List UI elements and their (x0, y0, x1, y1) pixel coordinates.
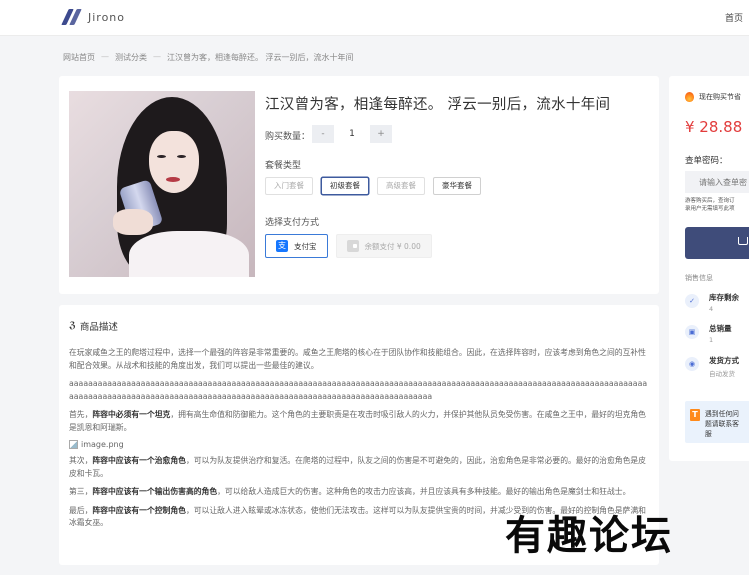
product-card: 江汉曾为客，相逢每醉还。 浮云一别后，流水十年间 购买数量： - 1 + 套餐类… (59, 76, 659, 294)
promo-row: 现在购买节省 (685, 92, 741, 102)
sales-info-label: 销售信息 (685, 274, 713, 282)
quantity-label: 购买数量： (265, 132, 311, 142)
package-type-label: 套餐类型 (265, 161, 302, 171)
check-circle-icon: ✓ (685, 294, 699, 308)
payment-alipay-button[interactable]: 支 支付宝 (265, 234, 328, 258)
truck-icon: ▣ (685, 325, 699, 339)
package-option-entry[interactable]: 入门套餐 (265, 177, 313, 195)
package-option-deluxe[interactable]: 豪华套餐 (433, 177, 481, 195)
description-paragraph: 在玩家咸鱼之王的爬塔过程中，选择一个最强的阵容是非常重要的。咸鱼之王爬塔的核心在… (69, 348, 646, 370)
nav-home-link[interactable]: 首页 (725, 11, 743, 24)
stock-info: ✓ 库存剩余 4 (685, 292, 739, 313)
quantity-minus-button[interactable]: - (312, 125, 334, 143)
description-heading: ℨ 商品描述 (69, 319, 649, 333)
breadcrumb-category[interactable]: 测试分类 (115, 52, 147, 63)
fire-icon (685, 92, 694, 102)
price: ¥ 28.88 (685, 118, 743, 136)
description-paragraph: 其次，阵容中应该有一个治愈角色，可以为队友提供治疗和复活。在爬塔的过程中，队友之… (69, 456, 646, 478)
quantity-plus-button[interactable]: + (370, 125, 392, 143)
product-image (69, 91, 255, 277)
description-title: 商品描述 (79, 322, 118, 333)
h5-icon: ℨ (69, 321, 76, 331)
payment-alipay-label: 支付宝 (294, 241, 317, 251)
description-paragraph: 首先，阵容中必须有一个坦克，拥有高生命值和防御能力。这个角色的主要职责是在攻击时… (69, 410, 646, 432)
buy-button[interactable] (685, 227, 749, 259)
query-hint: 游客购买后，查询订 录用户无需填写此项 (685, 198, 735, 212)
package-option-advanced[interactable]: 高级套餐 (377, 177, 425, 195)
product-title: 江汉曾为客，相逢每醉还。 浮云一别后，流水十年间 (265, 97, 611, 113)
payment-balance-button[interactable]: 余额支付 ¥ 0.00 (335, 234, 432, 258)
payment-balance-label: 余额支付 ¥ 0.00 (364, 241, 421, 251)
quantity-input[interactable]: 1 (334, 125, 370, 143)
delivery-method-info: ◉ 发货方式 自动发货 (685, 355, 739, 378)
payment-options: 支 支付宝 余额支付 ¥ 0.00 (265, 234, 432, 258)
logo[interactable]: Jirono (61, 9, 126, 25)
quantity-stepper: - 1 + (312, 125, 392, 143)
top-bar: Jirono 首页 (0, 0, 749, 36)
query-password-input[interactable] (685, 171, 749, 193)
package-options: 入门套餐 初级套餐 高级套餐 豪华套餐 (265, 177, 481, 195)
watermark: 有趣论坛 (505, 512, 673, 559)
cart-icon (738, 237, 748, 245)
breadcrumb: 网站首页 — 测试分类 — 江汉曾为客，相逢每醉还。 浮云一别后，流水十年间 (63, 52, 354, 63)
wallet-icon (346, 240, 359, 252)
logo-icon (61, 9, 82, 25)
total-sales-info: ▣ 总销量 1 (685, 323, 732, 344)
purchase-sidebar: 现在购买节省 ¥ 28.88 查单密码： 游客购买后，查询订 录用户无需填写此项… (669, 76, 749, 461)
breadcrumb-home[interactable]: 网站首页 (63, 52, 95, 63)
package-option-basic[interactable]: 初级套餐 (321, 177, 369, 195)
breadcrumb-separator: — (153, 52, 161, 61)
alipay-icon: 支 (276, 240, 288, 252)
query-password-label: 查单密码： (685, 156, 728, 166)
image-alt-text: image.png (81, 440, 124, 449)
support-icon: T (690, 409, 700, 421)
payment-method-label: 选择支付方式 (265, 218, 320, 228)
breadcrumb-separator: — (101, 52, 109, 61)
promo-text: 现在购买节省 (699, 93, 741, 101)
broken-image-icon (69, 440, 78, 449)
description-paragraph: aaaaaaaaaaaaaaaaaaaaaaaaaaaaaaaaaaaaaaaa… (69, 379, 648, 401)
description-paragraph: 第三，阵容中应该有一个输出伤害高的角色，可以给敌人造成巨大的伤害。这种角色的攻击… (69, 487, 631, 496)
broken-image: image.png (69, 440, 649, 449)
contact-support-banner[interactable]: T 遇到任何问题请联系客服 (685, 401, 749, 443)
location-pin-icon: ◉ (685, 357, 699, 371)
logo-text: Jirono (88, 10, 126, 24)
support-banner-text: 遇到任何问题请联系客服 (705, 410, 739, 438)
breadcrumb-current: 江汉曾为客，相逢每醉还。 浮云一别后，流水十年间 (167, 53, 354, 62)
